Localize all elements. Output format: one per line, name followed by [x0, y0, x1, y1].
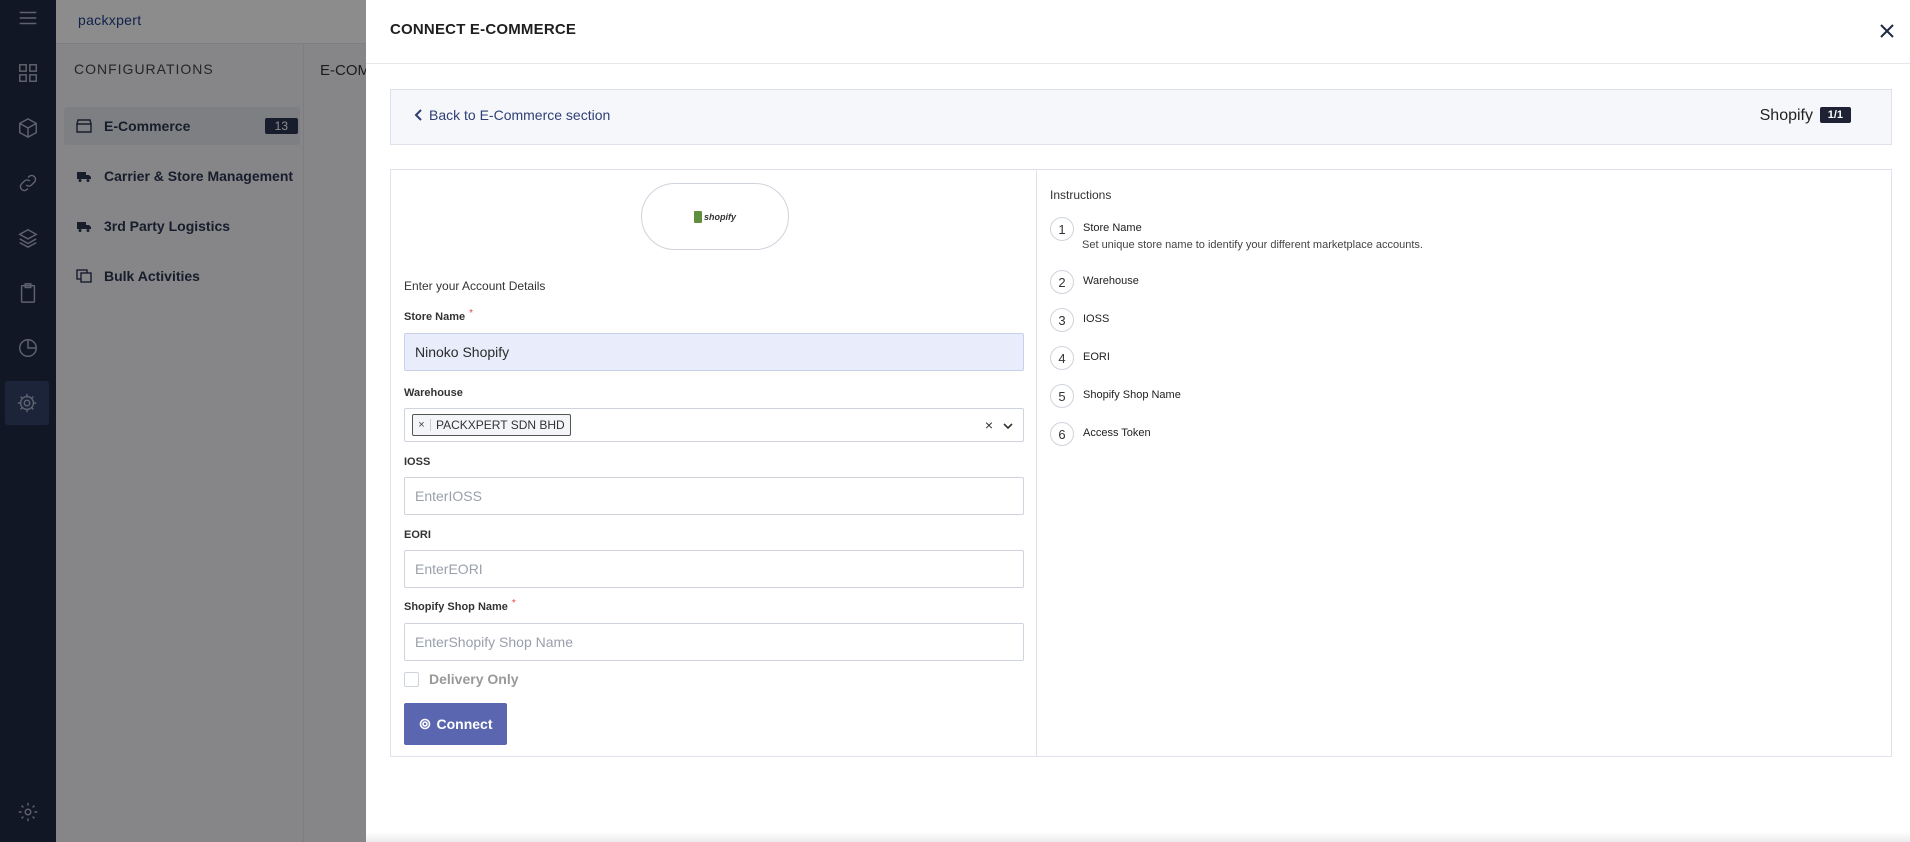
- warehouse-select[interactable]: × PACKXPERT SDN BHD ×: [404, 408, 1024, 442]
- chevron-down-icon[interactable]: [1002, 419, 1014, 431]
- chip-remove-button[interactable]: ×: [413, 419, 431, 431]
- ioss-label: IOSS: [404, 456, 431, 468]
- step-name: Shopify Shop Name: [1083, 389, 1181, 401]
- step-name: Access Token: [1083, 427, 1151, 439]
- warehouse-chip: × PACKXPERT SDN BHD: [412, 414, 571, 436]
- shopify-logo-text: shopify: [703, 211, 736, 222]
- delivery-only-checkbox[interactable]: [404, 671, 419, 687]
- connect-ecommerce-drawer: CONNECT E-COMMERCE Back to E-Commerce se…: [366, 0, 1910, 842]
- instruction-step: 6 Access Token: [1050, 422, 1151, 446]
- store-name-label-text: Store Name: [404, 311, 466, 323]
- back-link-label: Back to E-Commerce section: [429, 107, 611, 123]
- drawer-header: CONNECT E-COMMERCE: [366, 0, 1910, 64]
- step-number: 1: [1050, 217, 1074, 241]
- settings-icon: [419, 718, 430, 730]
- eori-input[interactable]: EnterEORI: [404, 550, 1024, 588]
- back-to-ecommerce-link[interactable]: Back to E-Commerce section: [413, 107, 610, 123]
- required-marker: *: [469, 308, 474, 319]
- shopify-shop-name-input[interactable]: EnterShopify Shop Name: [404, 623, 1024, 661]
- delivery-only-label: Delivery Only: [429, 671, 519, 687]
- back-bar: Back to E-Commerce section Shopify 1/1: [390, 89, 1892, 145]
- warehouse-label: Warehouse: [404, 387, 463, 399]
- ioss-input[interactable]: EnterIOSS: [404, 477, 1024, 515]
- shopify-shop-name-label: Shopify Shop Name *: [404, 598, 516, 613]
- store-name-label: Store Name *: [404, 308, 474, 323]
- close-button[interactable]: [1876, 20, 1898, 42]
- instruction-step: 1 Store Name Set unique store name to id…: [1050, 217, 1423, 251]
- clear-selection-button[interactable]: ×: [985, 417, 993, 433]
- chip-label: PACKXPERT SDN BHD: [436, 418, 565, 432]
- shop-platform-label: Shopify: [1759, 107, 1813, 124]
- shop-count-badge: 1/1: [1819, 107, 1851, 123]
- connect-button[interactable]: Connect: [404, 703, 507, 745]
- instructions-title: Instructions: [1050, 188, 1112, 202]
- connect-panel: shopify Enter your Account Details Store…: [390, 169, 1892, 757]
- required-marker: *: [511, 598, 516, 609]
- step-number: 5: [1050, 384, 1074, 408]
- eori-label: EORI: [404, 529, 431, 541]
- instruction-step: 2 Warehouse: [1050, 270, 1139, 294]
- step-name: EORI: [1083, 351, 1110, 363]
- account-form: shopify Enter your Account Details Store…: [391, 170, 1037, 756]
- chevron-left-icon: [414, 109, 422, 121]
- instruction-step: 4 EORI: [1050, 346, 1110, 370]
- step-name: Warehouse: [1083, 275, 1139, 287]
- step-number: 2: [1050, 270, 1074, 294]
- instructions-panel: Instructions 1 Store Name Set unique sto…: [1038, 170, 1892, 756]
- close-icon: [1880, 24, 1894, 38]
- step-description: Set unique store name to identify your d…: [1082, 239, 1423, 251]
- connect-button-label: Connect: [436, 716, 493, 732]
- shopify-shop-name-label-text: Shopify Shop Name: [404, 601, 508, 613]
- step-number: 6: [1050, 422, 1074, 446]
- step-name: Store Name: [1083, 222, 1142, 234]
- form-section-label: Enter your Account Details: [404, 279, 546, 293]
- drawer-bottom-shadow: [366, 832, 1910, 842]
- step-number: 3: [1050, 308, 1074, 332]
- step-name: IOSS: [1083, 313, 1110, 325]
- delivery-only-option[interactable]: Delivery Only: [404, 671, 519, 687]
- drawer-title: CONNECT E-COMMERCE: [390, 21, 577, 38]
- modal-backdrop[interactable]: [0, 0, 366, 842]
- shopify-bag-icon: [693, 210, 702, 223]
- store-name-input[interactable]: Ninoko Shopify: [404, 333, 1024, 371]
- instruction-step: 3 IOSS: [1050, 308, 1109, 332]
- shopify-logo: shopify: [641, 183, 789, 250]
- step-number: 4: [1050, 346, 1074, 370]
- instruction-step: 5 Shopify Shop Name: [1050, 384, 1181, 408]
